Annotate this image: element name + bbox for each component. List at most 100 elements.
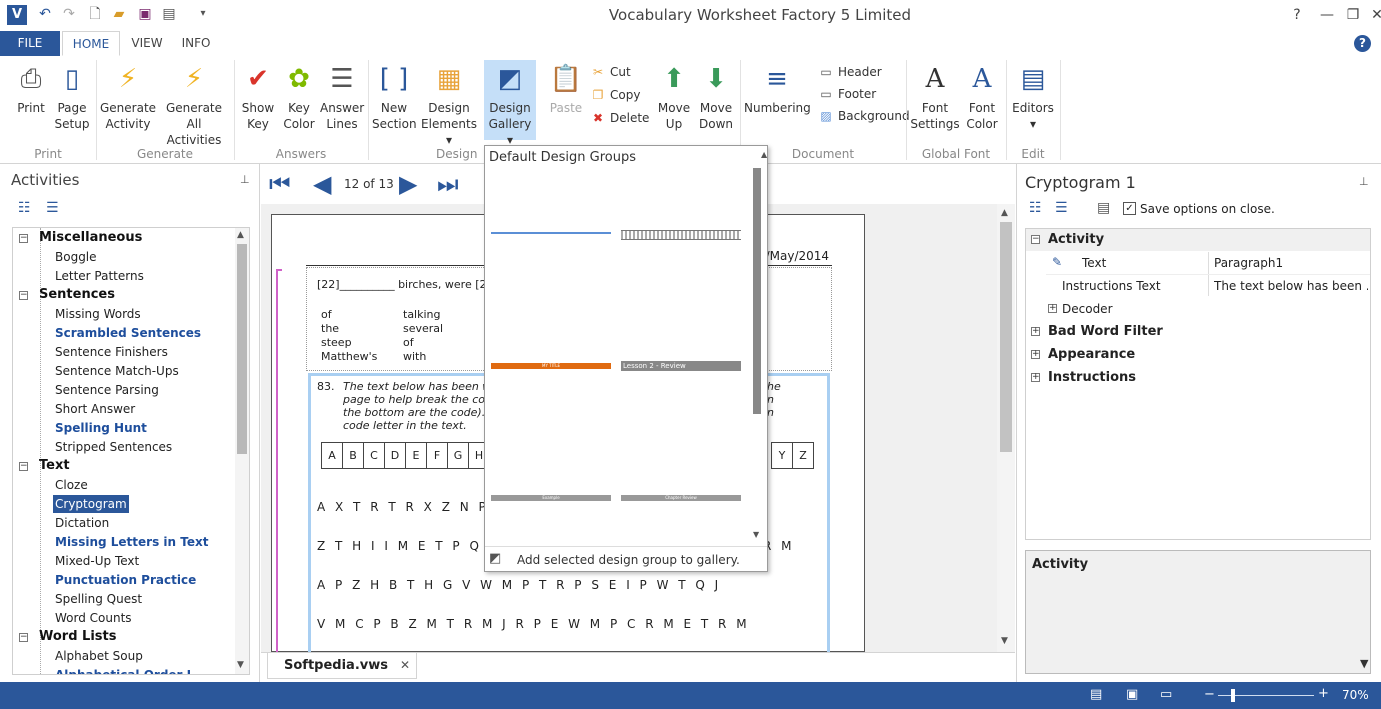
tab-home[interactable]: HOME <box>62 31 120 56</box>
next-page-icon[interactable]: ▶ <box>399 170 417 198</box>
expand-icon[interactable]: + <box>1031 350 1040 359</box>
answer-lines-button[interactable]: ☰ Answer Lines <box>320 62 364 132</box>
tree-item-punctuation-practice[interactable]: Punctuation Practice <box>55 571 196 589</box>
first-page-icon[interactable]: ⏮ <box>269 170 291 198</box>
add-design-group-item[interactable]: Add selected design group to gallery. <box>517 553 740 567</box>
section-appearance[interactable]: Appearance <box>1048 344 1135 366</box>
open-folder-icon[interactable]: ▰ <box>110 5 128 23</box>
font-color-button[interactable]: A Font Color <box>962 62 1002 132</box>
document-tab[interactable]: Softpedia.vws ✕ <box>267 653 417 679</box>
tree-item-sentence-finishers[interactable]: Sentence Finishers <box>55 343 168 361</box>
tree-item-letter-patterns[interactable]: Letter Patterns <box>55 267 144 285</box>
categorized-icon[interactable]: ☷ <box>1029 200 1042 216</box>
category-word-lists[interactable]: Word Lists <box>39 628 116 646</box>
collapse-icon[interactable]: − <box>19 633 28 642</box>
new-section-button[interactable]: [ ] New Section <box>372 62 417 132</box>
pin-icon[interactable]: ⊥ <box>1359 175 1369 188</box>
section-instructions[interactable]: Instructions <box>1048 367 1136 389</box>
document-list-icon[interactable]: ▼ <box>1360 657 1368 670</box>
section-decoder[interactable]: Decoder <box>1062 298 1113 320</box>
tree-item-missing-letters-in-text[interactable]: Missing Letters in Text <box>55 533 208 551</box>
expand-all-icon[interactable]: ☰ <box>46 200 59 216</box>
collapse-icon[interactable]: − <box>19 291 28 300</box>
design-elements-button[interactable]: ▦ Design Elements ▾ <box>418 62 480 148</box>
font-settings-button[interactable]: A Font Settings <box>910 62 960 132</box>
close-icon[interactable]: ✕ <box>1362 4 1381 26</box>
zoom-in-icon[interactable]: + <box>1318 686 1329 701</box>
generate-all-button[interactable]: ⚡ Generate All Activities <box>158 62 230 148</box>
help-options-icon[interactable]: ? <box>1282 4 1312 26</box>
design-thumb-5[interactable]: Example <box>491 495 611 501</box>
section-bad-word-filter[interactable]: Bad Word Filter <box>1048 321 1163 343</box>
print-button[interactable]: ⎙ Print <box>12 62 50 116</box>
design-thumb-3[interactable]: MY TITLE <box>491 363 611 369</box>
category-text[interactable]: Text <box>39 457 70 475</box>
tree-item-word-counts[interactable]: Word Counts <box>55 609 132 627</box>
close-tab-icon[interactable]: ✕ <box>400 658 410 672</box>
save-icon[interactable]: ▣ <box>136 5 154 23</box>
scroll-up-icon[interactable]: ▲ <box>761 150 767 159</box>
tree-item-scrambled-sentences[interactable]: Scrambled Sentences <box>55 324 201 342</box>
collapse-icon[interactable]: − <box>1031 235 1040 244</box>
tree-item-cryptogram[interactable]: Cryptogram <box>53 495 129 513</box>
move-up-button[interactable]: ⬆ Move Up <box>654 62 694 132</box>
design-thumb-4[interactable]: Lesson 2 - Review <box>621 361 741 371</box>
design-thumb-1[interactable] <box>491 232 611 234</box>
cut-button[interactable]: ✂ Cut <box>590 62 631 82</box>
customize-qat-icon[interactable]: ▾ <box>194 5 212 23</box>
zoom-slider-thumb[interactable] <box>1231 689 1235 702</box>
section-activity[interactable]: Activity <box>1048 229 1104 251</box>
tab-view[interactable]: VIEW <box>126 31 168 56</box>
page-setup-button[interactable]: ▯ Page Setup <box>52 62 92 132</box>
design-gallery-button[interactable]: ◩ Design Gallery ▾ <box>484 60 536 147</box>
collapse-icon[interactable]: − <box>19 234 28 243</box>
design-thumb-2[interactable] <box>621 230 741 240</box>
tree-scroll-thumb[interactable] <box>237 244 247 454</box>
prev-page-icon[interactable]: ◀ <box>313 170 331 198</box>
last-page-icon[interactable]: ⏭ <box>437 170 459 198</box>
redo-icon[interactable]: ↷ <box>60 5 78 23</box>
expand-icon[interactable]: + <box>1048 304 1057 313</box>
paste-button[interactable]: 📋 Paste <box>546 62 586 116</box>
doc-scroll-thumb[interactable] <box>1000 222 1012 452</box>
tree-scrollbar[interactable]: ▲ ▼ <box>235 228 249 674</box>
tab-info[interactable]: INFO <box>174 31 218 56</box>
category-sentences[interactable]: Sentences <box>39 286 115 304</box>
category-miscellaneous[interactable]: Miscellaneous <box>39 229 142 247</box>
view-normal-icon[interactable]: ▤ <box>1090 687 1102 702</box>
design-thumb-6[interactable]: Chapter Review <box>621 495 741 501</box>
zoom-out-icon[interactable]: − <box>1204 687 1215 702</box>
tree-item-boggle[interactable]: Boggle <box>55 248 97 266</box>
footer-button[interactable]: ▭ Footer <box>818 84 876 104</box>
view-page-icon[interactable]: ▣ <box>1126 687 1138 702</box>
tree-item-sentence-parsing[interactable]: Sentence Parsing <box>55 381 159 399</box>
view-wide-icon[interactable]: ▭ <box>1160 687 1172 702</box>
copy-button[interactable]: ❐ Copy <box>590 85 641 105</box>
undo-icon[interactable]: ↶ <box>36 5 54 23</box>
generate-activity-button[interactable]: ⚡ Generate Activity <box>100 62 156 132</box>
doc-scrollbar[interactable]: ▲ ▼ <box>997 204 1015 652</box>
tree-item-cloze[interactable]: Cloze <box>55 476 88 494</box>
new-file-icon[interactable]: 🗋 <box>86 5 104 23</box>
numbering-button[interactable]: ≡ Numbering <box>744 62 811 116</box>
tree-item-mixed-up-text[interactable]: Mixed-Up Text <box>55 552 139 570</box>
app-icon[interactable]: V <box>7 5 27 25</box>
show-key-button[interactable]: ✔ Show Key <box>238 62 278 132</box>
tree-item-spelling-hunt[interactable]: Spelling Hunt <box>55 419 147 437</box>
editors-button[interactable]: ▤ Editors ▾ <box>1010 62 1056 132</box>
save-options-checkbox[interactable]: ✓ <box>1123 202 1136 215</box>
collapse-icon[interactable]: − <box>19 462 28 471</box>
background-button[interactable]: ▨ Background <box>818 106 909 126</box>
tree-item-dictation[interactable]: Dictation <box>55 514 109 532</box>
scroll-down-icon[interactable]: ▼ <box>753 530 759 539</box>
property-text-value[interactable]: Paragraph1 <box>1214 252 1283 274</box>
tree-item-alphabetical-order[interactable]: Alphabetical Order I <box>55 666 191 674</box>
pin-icon[interactable]: ⊥ <box>240 173 250 186</box>
tree-item-alphabet-soup[interactable]: Alphabet Soup <box>55 647 143 665</box>
collapse-all-icon[interactable]: ☷ <box>18 200 31 216</box>
tree-item-missing-words[interactable]: Missing Words <box>55 305 141 323</box>
property-instructions-value[interactable]: The text below has been ... <box>1214 275 1368 297</box>
move-down-button[interactable]: ⬇ Move Down <box>696 62 736 132</box>
expand-icon[interactable]: + <box>1031 373 1040 382</box>
tree-item-sentence-match-ups[interactable]: Sentence Match-Ups <box>55 362 179 380</box>
